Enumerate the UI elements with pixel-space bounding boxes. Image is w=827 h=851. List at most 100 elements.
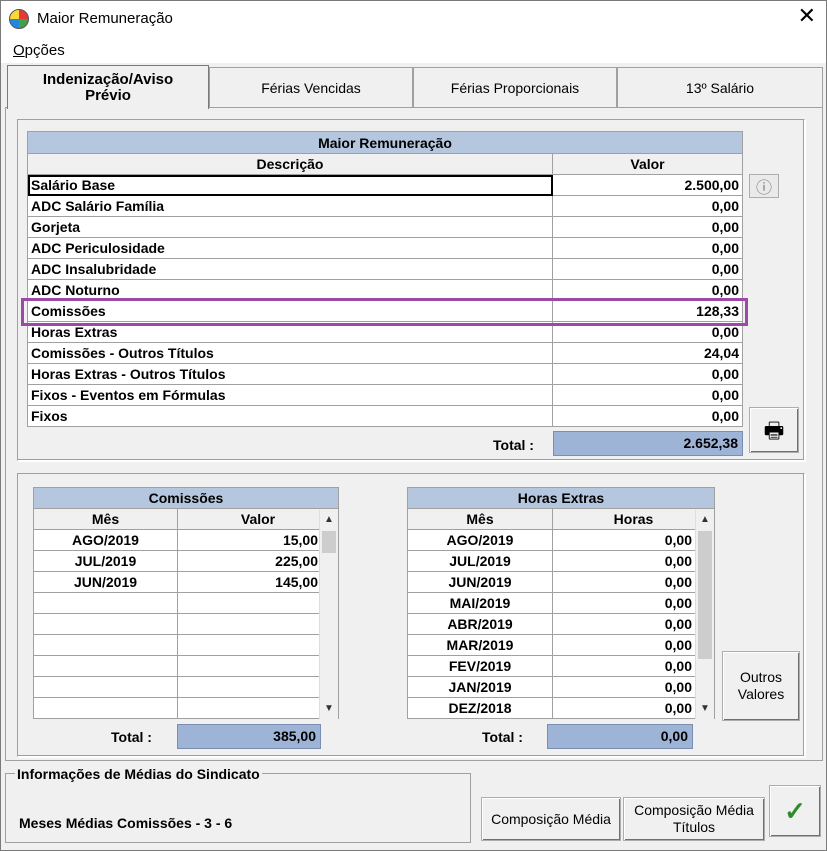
row-valor bbox=[177, 613, 339, 635]
row-desc: Fixos bbox=[27, 405, 553, 427]
row-valor: 0,00 bbox=[552, 405, 743, 427]
row-mes: MAR/2019 bbox=[407, 634, 553, 656]
row-valor: 0,00 bbox=[552, 195, 743, 217]
table-row[interactable]: Fixos - Eventos em Fórmulas 0,00 bbox=[27, 384, 743, 406]
row-horas: 0,00 bbox=[552, 697, 715, 719]
row-valor: 15,00 bbox=[177, 529, 339, 551]
scroll-up-icon[interactable]: ▲ bbox=[696, 510, 714, 530]
table-row[interactable] bbox=[33, 697, 339, 719]
row-desc: Fixos - Eventos em Fórmulas bbox=[27, 384, 553, 406]
row-horas: 0,00 bbox=[552, 592, 715, 614]
checkmark-icon: ✓ bbox=[784, 795, 806, 826]
table-row[interactable]: Horas Extras - Outros Títulos 0,00 bbox=[27, 363, 743, 385]
table-row[interactable]: JUL/2019 0,00 bbox=[407, 550, 715, 572]
comissoes-title: Comissões bbox=[33, 487, 339, 509]
row-valor: 0,00 bbox=[552, 363, 743, 385]
row-valor bbox=[177, 634, 339, 656]
table-row[interactable] bbox=[33, 655, 339, 677]
scroll-down-icon[interactable]: ▼ bbox=[320, 699, 338, 719]
table-row[interactable]: ADC Salário Família 0,00 bbox=[27, 195, 743, 217]
tab-indenizacao-aviso[interactable]: Indenização/Aviso Prévio bbox=[7, 65, 209, 109]
outros-valores-button[interactable]: Outros Valores bbox=[722, 651, 800, 721]
table-row[interactable]: Gorjeta 0,00 bbox=[27, 216, 743, 238]
table-row[interactable]: ABR/2019 0,00 bbox=[407, 613, 715, 635]
scroll-down-icon[interactable]: ▼ bbox=[696, 699, 714, 719]
column-header-mes: Mês bbox=[407, 508, 553, 530]
row-valor bbox=[177, 592, 339, 614]
title-bar: Maior Remuneração ✕ bbox=[1, 1, 826, 37]
row-mes bbox=[33, 676, 178, 698]
comissoes-total-label: Total : bbox=[111, 729, 152, 745]
main-total-label: Total : bbox=[493, 437, 534, 453]
row-mes: FEV/2019 bbox=[407, 655, 553, 677]
horas-extras-total-label: Total : bbox=[482, 729, 523, 745]
scroll-thumb[interactable] bbox=[698, 531, 712, 659]
table-row[interactable] bbox=[33, 613, 339, 635]
row-desc: ADC Salário Família bbox=[27, 195, 553, 217]
main-total-value: 2.652,38 bbox=[553, 431, 743, 456]
table-row[interactable]: MAI/2019 0,00 bbox=[407, 592, 715, 614]
table-row[interactable]: DEZ/2018 0,00 bbox=[407, 697, 715, 719]
menu-bar: Opções bbox=[1, 37, 826, 63]
print-button[interactable]: 🖶 bbox=[749, 407, 799, 453]
scroll-thumb[interactable] bbox=[322, 531, 336, 553]
row-horas: 0,00 bbox=[552, 529, 715, 551]
table-title: Maior Remuneração bbox=[27, 131, 743, 154]
column-header-descricao: Descrição bbox=[27, 153, 553, 175]
row-horas: 0,00 bbox=[552, 676, 715, 698]
scroll-up-icon[interactable]: ▲ bbox=[320, 510, 338, 530]
row-mes: MAI/2019 bbox=[407, 592, 553, 614]
table-row[interactable]: AGO/2019 0,00 bbox=[407, 529, 715, 551]
row-valor: 24,04 bbox=[552, 342, 743, 364]
horas-extras-scrollbar[interactable]: ▲ ▼ bbox=[695, 510, 714, 719]
table-row[interactable] bbox=[33, 592, 339, 614]
menu-opcoes[interactable]: Opções bbox=[13, 42, 65, 59]
table-row[interactable]: Comissões - Outros Títulos 24,04 bbox=[27, 342, 743, 364]
ok-button[interactable]: ✓ bbox=[769, 785, 821, 837]
horas-extras-table: Horas Extras Mês Horas AGO/2019 0,00 JUL/… bbox=[407, 487, 715, 719]
table-row[interactable]: JAN/2019 0,00 bbox=[407, 676, 715, 698]
sindicato-info-text: Meses Médias Comissões - 3 - 6 bbox=[19, 815, 233, 831]
column-header-horas: Horas bbox=[552, 508, 715, 530]
row-valor: 0,00 bbox=[552, 216, 743, 238]
sindicato-title: Informações de Médias do Sindicato bbox=[15, 766, 262, 782]
horas-extras-title: Horas Extras bbox=[407, 487, 715, 509]
tab-13-salario[interactable]: 13º Salário bbox=[617, 67, 823, 107]
row-mes bbox=[33, 697, 178, 719]
tab-label: Indenização/Aviso Prévio bbox=[42, 70, 174, 104]
table-row[interactable]: AGO/2019 15,00 bbox=[33, 529, 339, 551]
row-mes bbox=[33, 655, 178, 677]
table-row[interactable]: Salário Base 2.500,00 bbox=[27, 174, 743, 196]
table-row[interactable]: JUN/2019 0,00 bbox=[407, 571, 715, 593]
comissoes-row-highlight bbox=[21, 298, 748, 326]
row-mes: ABR/2019 bbox=[407, 613, 553, 635]
table-row[interactable] bbox=[33, 634, 339, 656]
table-row[interactable]: MAR/2019 0,00 bbox=[407, 634, 715, 656]
composicao-media-label: Composição Média bbox=[491, 810, 611, 827]
table-row[interactable]: ADC Insalubridade 0,00 bbox=[27, 258, 743, 280]
row-mes bbox=[33, 634, 178, 656]
composicao-media-button[interactable]: Composição Média bbox=[481, 797, 621, 841]
window: Maior Remuneração ✕ Opções Indenização/A… bbox=[0, 0, 827, 851]
comissoes-table: Comissões Mês Valor AGO/2019 15,00 JUL/20… bbox=[33, 487, 339, 719]
row-horas: 0,00 bbox=[552, 655, 715, 677]
composicao-media-titulos-button[interactable]: Composição Média Títulos bbox=[623, 797, 765, 841]
tab-ferias-proporcionais[interactable]: Férias Proporcionais bbox=[413, 67, 617, 107]
row-desc: Comissões - Outros Títulos bbox=[27, 342, 553, 364]
row-valor: 0,00 bbox=[552, 384, 743, 406]
table-row[interactable]: JUL/2019 225,00 bbox=[33, 550, 339, 572]
table-row[interactable]: ADC Periculosidade 0,00 bbox=[27, 237, 743, 259]
table-row[interactable]: FEV/2019 0,00 bbox=[407, 655, 715, 677]
tab-ferias-vencidas[interactable]: Férias Vencidas bbox=[209, 67, 413, 107]
maior-remuneracao-table: Maior Remuneração Descrição Valor Salári… bbox=[27, 131, 743, 427]
table-row[interactable]: JUN/2019 145,00 bbox=[33, 571, 339, 593]
comissoes-scrollbar[interactable]: ▲ ▼ bbox=[319, 510, 338, 719]
row-valor: 145,00 bbox=[177, 571, 339, 593]
row-valor: 0,00 bbox=[552, 237, 743, 259]
table-row[interactable]: Fixos 0,00 bbox=[27, 405, 743, 427]
info-button[interactable]: ⓘ bbox=[749, 174, 779, 198]
menu-opcoes-mnemonic: O bbox=[13, 42, 25, 59]
close-icon[interactable]: ✕ bbox=[798, 5, 816, 27]
comissoes-total-value: 385,00 bbox=[177, 724, 321, 749]
table-row[interactable] bbox=[33, 676, 339, 698]
